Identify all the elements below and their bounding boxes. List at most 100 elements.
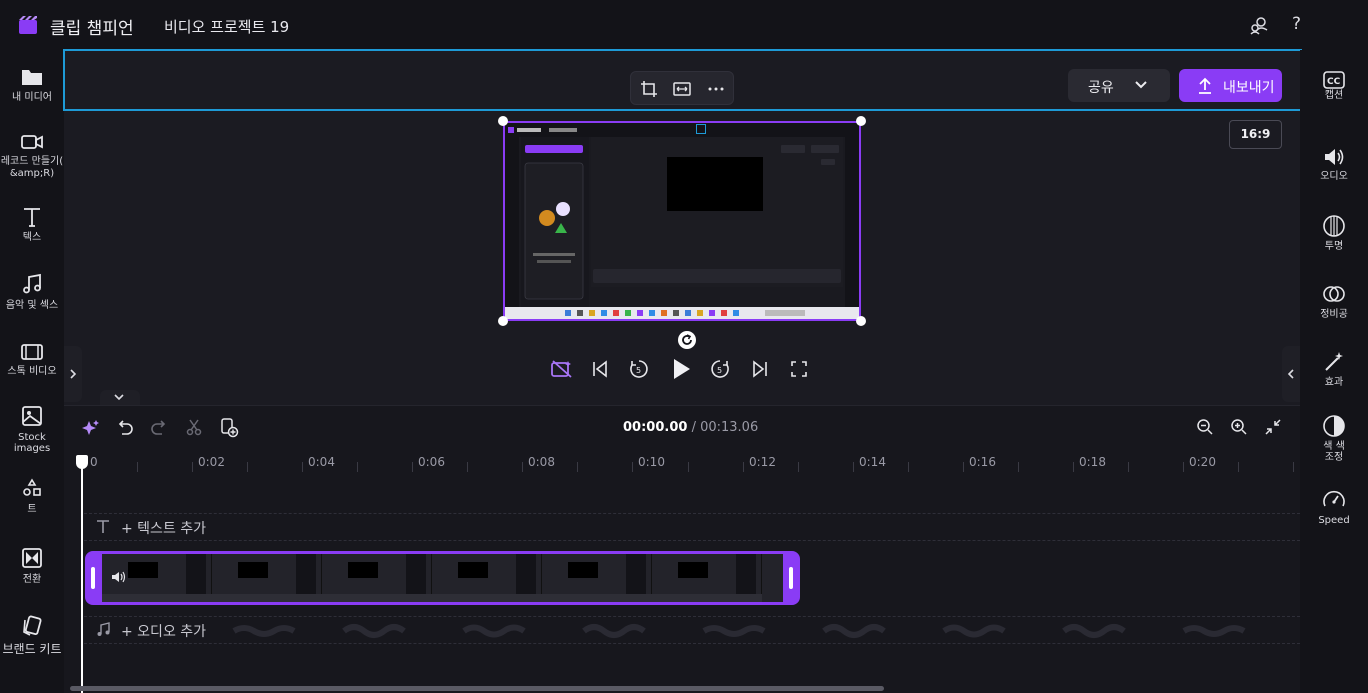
sidebar-item-transitions[interactable]: 전환 xyxy=(0,546,64,585)
video-clip[interactable] xyxy=(85,551,800,605)
brand-icon xyxy=(23,615,42,636)
undo-icon[interactable] xyxy=(116,418,134,436)
project-name[interactable]: 비디오 프로젝트 19 xyxy=(164,16,289,37)
skip-end-icon[interactable] xyxy=(751,360,769,378)
rotate-icon[interactable] xyxy=(677,330,697,350)
video-preview[interactable] xyxy=(503,121,861,321)
sidebar-item-label-2: images xyxy=(13,443,51,454)
tick-label: 0:06 xyxy=(418,455,445,469)
fit-timeline-icon[interactable] xyxy=(1264,418,1282,436)
export-label: 내보내기 xyxy=(1223,80,1275,96)
tick-mark xyxy=(632,462,633,472)
tick-label: 0:12 xyxy=(749,455,776,469)
sidebar-item-label: 브랜드 키트 xyxy=(2,642,62,656)
fullscreen-icon[interactable] xyxy=(790,360,808,378)
sidebar-item-record[interactable]: 레코드 만들기( &amp;R) xyxy=(0,132,64,179)
fit-icon[interactable] xyxy=(673,80,691,98)
timeline-scrollbar[interactable] xyxy=(70,686,884,691)
clip-frame xyxy=(212,554,322,602)
sidebar-item-templates[interactable]: 트 xyxy=(0,478,64,515)
tick-mark xyxy=(522,462,523,472)
export-button[interactable]: 내보내기 xyxy=(1179,69,1282,102)
playhead[interactable] xyxy=(81,462,83,693)
add-audio-button[interactable]: + 오디오 추가 xyxy=(121,621,206,641)
sidebar-item-fade[interactable]: 투명 xyxy=(1300,214,1368,252)
help-icon[interactable]: ? xyxy=(1292,14,1301,34)
account-icon[interactable] xyxy=(1248,14,1270,36)
film-icon xyxy=(21,344,43,360)
skip-start-icon[interactable] xyxy=(591,360,609,378)
crop-icon[interactable] xyxy=(640,80,658,98)
title-bar: 클립 챔피언 비디오 프로젝트 19 ? xyxy=(0,0,1368,50)
svg-text:5: 5 xyxy=(717,366,722,375)
resize-handle-top-left[interactable] xyxy=(498,116,508,126)
collapse-right-panel-button[interactable] xyxy=(1282,346,1300,402)
clip-frame xyxy=(652,554,762,602)
split-icon[interactable] xyxy=(185,418,203,436)
clip-frame xyxy=(322,554,432,602)
share-button[interactable]: 공유 xyxy=(1068,69,1170,102)
chevron-left-icon xyxy=(1287,369,1294,379)
sidebar-item-label: 음악 및 섹스 xyxy=(5,300,59,311)
sidebar-item-color[interactable]: 색 색 조정 xyxy=(1300,414,1368,463)
sidebar-item-label: 색 색 xyxy=(1323,441,1345,452)
magic-camera-icon[interactable] xyxy=(550,358,574,380)
cc-icon: CC xyxy=(1323,71,1345,89)
magic-sparkle-icon[interactable] xyxy=(81,418,101,438)
transition-icon xyxy=(22,548,42,568)
tick-mark xyxy=(1073,462,1074,472)
resize-handle-bottom-right[interactable] xyxy=(856,316,866,326)
play-icon[interactable] xyxy=(670,357,692,381)
tick-mark xyxy=(247,462,248,472)
tick-label: 0:02 xyxy=(198,455,225,469)
center-anchor[interactable] xyxy=(696,124,706,134)
wand-icon xyxy=(1325,352,1343,371)
resize-handle-bottom-left[interactable] xyxy=(498,316,508,326)
sidebar-item-speed[interactable]: Speed xyxy=(1300,488,1368,526)
more-icon[interactable] xyxy=(707,80,725,98)
sidebar-item-effects[interactable]: 효과 xyxy=(1300,350,1368,388)
tick-mark xyxy=(412,462,413,472)
text-track[interactable] xyxy=(84,513,1300,541)
sidebar-item-my-media[interactable]: 내 미디어 xyxy=(0,66,64,103)
add-media-icon[interactable] xyxy=(219,418,239,438)
aspect-ratio-button[interactable]: 16:9 xyxy=(1229,120,1282,149)
share-label: 공유 xyxy=(1088,80,1114,96)
clip-trim-handle-left[interactable] xyxy=(91,567,95,589)
sidebar-item-captions[interactable]: CC 캡션 xyxy=(1300,70,1368,101)
sidebar-item-stock-video[interactable]: 스톡 비디오 xyxy=(0,342,64,377)
collapse-timeline-button[interactable] xyxy=(100,390,140,405)
tick-label: 0:04 xyxy=(308,455,335,469)
add-text-button[interactable]: + 텍스트 추가 xyxy=(121,518,206,538)
chevron-right-icon xyxy=(70,369,77,379)
tick-mark xyxy=(302,462,303,472)
sidebar-item-audio[interactable]: 오디오 xyxy=(1300,146,1368,182)
sidebar-item-filters[interactable]: 정비공 xyxy=(1300,282,1368,320)
sidebar-item-text[interactable]: 텍스 xyxy=(0,206,64,243)
redo-icon[interactable] xyxy=(150,418,168,436)
sidebar-item-stock-images[interactable]: Stock images xyxy=(0,404,64,454)
tick-mark xyxy=(137,462,138,472)
clip-volume-icon[interactable] xyxy=(111,570,127,584)
speedometer-icon xyxy=(1323,490,1345,507)
sidebar-item-brand-kit[interactable]: 브랜드 키트 xyxy=(0,614,64,655)
zoom-out-icon[interactable] xyxy=(1196,418,1214,436)
sidebar-item-label: 전환 xyxy=(22,574,42,585)
sidebar-item-music[interactable]: 음악 및 섹스 xyxy=(0,272,64,311)
sidebar-item-label: 레코드 만들기( xyxy=(0,156,64,167)
playhead-handle[interactable] xyxy=(76,455,88,469)
sidebar-item-label: 내 미디어 xyxy=(12,92,52,103)
tick-mark xyxy=(688,462,689,472)
preview-screenshot xyxy=(505,123,859,319)
rewind-5-icon[interactable]: 5 xyxy=(628,358,650,380)
clip-frame xyxy=(432,554,542,602)
collapse-left-panel-button[interactable] xyxy=(64,346,82,402)
tick-label: 0:18 xyxy=(1079,455,1106,469)
zoom-in-icon[interactable] xyxy=(1230,418,1248,436)
resize-handle-top-right[interactable] xyxy=(856,116,866,126)
sidebar-item-label: 정비공 xyxy=(1320,309,1348,320)
clip-trim-handle-right[interactable] xyxy=(789,567,793,589)
audio-track[interactable] xyxy=(84,616,1300,644)
tick-mark xyxy=(853,462,854,472)
forward-5-icon[interactable]: 5 xyxy=(709,358,731,380)
